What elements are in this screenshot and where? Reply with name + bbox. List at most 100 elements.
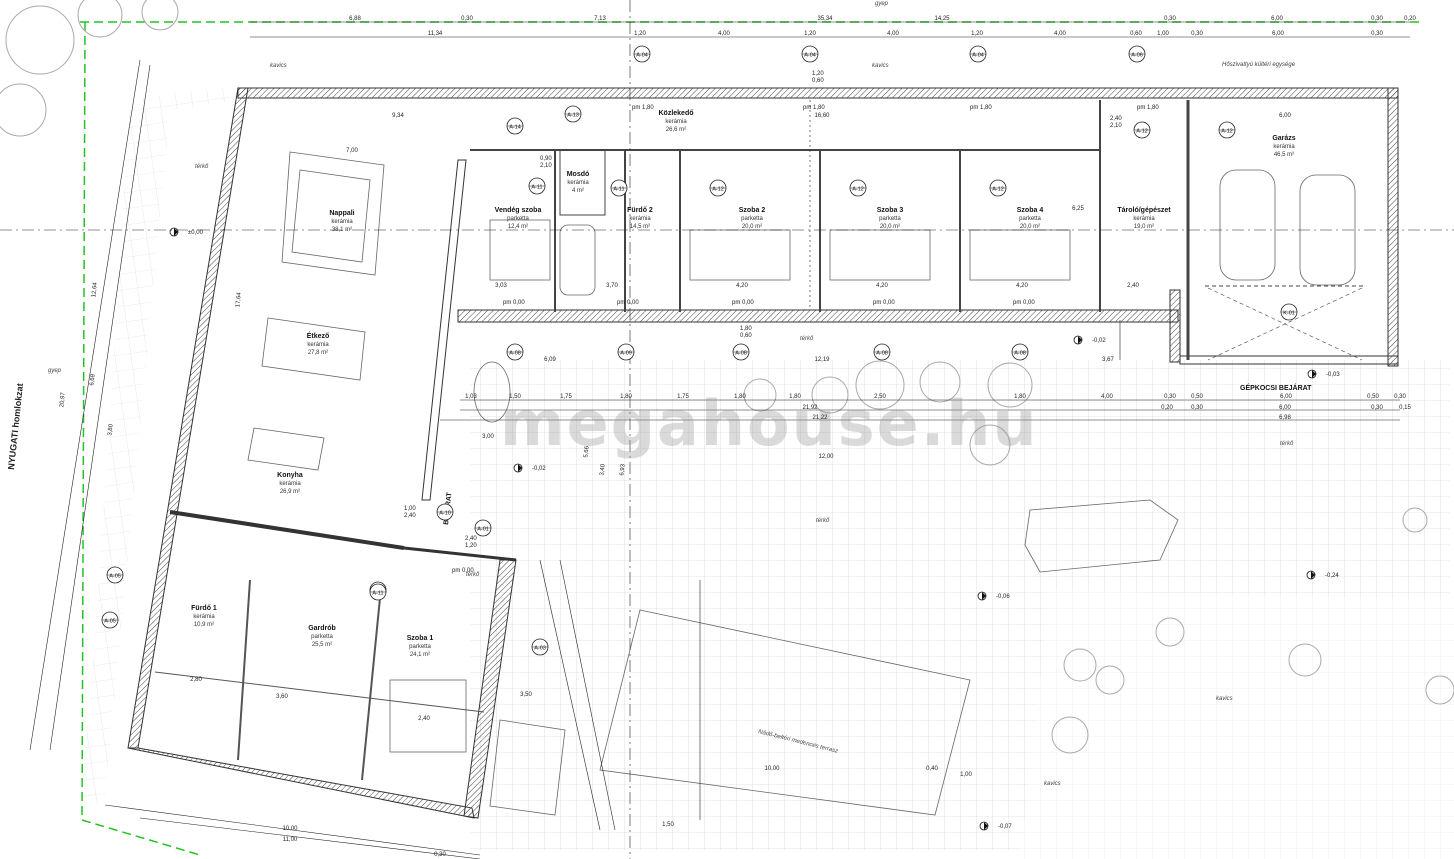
dimension-value: 6,09 [544,357,556,363]
room-name: Garázs [1272,135,1295,142]
dimension-value: 0,50 [1367,394,1379,400]
room-name: Mosdó [567,171,590,178]
window-tag-text: A-08 [735,351,747,357]
window-tag: A-05 [101,611,119,629]
room-label: Vendég szoba parketta 12,4 m² [495,207,542,230]
window-tag: A-10 [436,503,454,521]
room-floor: kerámia [331,219,353,225]
dimension-value: 1,80 [1014,394,1026,400]
level-marker: pm 1,80 [1137,105,1159,111]
level-value: pm 0,00 [1013,300,1035,306]
room-floor: parketta [1019,216,1041,222]
window-tag: A-04 [633,45,651,63]
window-size: 2,40 2,10 [1110,116,1122,129]
window-size: 1,80 0,60 [740,326,752,339]
room-label: Fürdő 1 kerámia 10,9 m² [191,605,217,628]
dimension-value: 0,30 [1191,31,1203,37]
room-name: Vendég szoba [495,207,542,214]
dimension-value: 5,66 [583,445,590,458]
dimension-value: 1,20 [804,31,816,37]
dimension-value: 7,00 [346,148,358,154]
dimension-value: 0,50 [1191,394,1203,400]
window-tag-text: A-05 [104,619,116,625]
room-name: Konyha [277,472,303,479]
dimension-value: 4,00 [1054,31,1066,37]
window-tag: A-12 [989,179,1007,197]
gravel-label-top-2: kavics [872,63,889,69]
dimension-value: 1,50 [509,394,521,400]
window-size: 1,20 0,60 [812,71,824,84]
room-label: Szoba 4 parketta 20,0 m² [1017,207,1044,230]
room-area: 12,4 m² [508,224,528,230]
room-area: 10,9 m² [194,622,214,628]
dimension-value: 14,25 [934,16,950,22]
room-floor: parketta [409,644,431,650]
room-label: Mosdó kerámia 4 m² [567,171,590,194]
dimension-value: 17,64 [235,291,243,307]
dimension-value: 0,15 [1399,405,1411,411]
room-floor: parketta [311,634,333,640]
dimension-value: 6,00 [1279,113,1291,119]
window-tag: A-03 [531,638,549,656]
level-value: pm 1,80 [803,105,825,111]
level-value: -0,07 [998,824,1012,830]
window-tag-text: A-12 [712,187,724,193]
dimension-value: 0,30 [1164,16,1176,22]
room-label: Konyha kerámia 26,9 m² [277,472,303,495]
dimension-value: 4,20 [736,283,748,289]
window-tag: A-12 [709,179,727,197]
dimension-value: 0,20 [1161,405,1173,411]
window-tag: A-12 [1133,121,1151,139]
facade-label: NYUGATI homlokzat [6,383,25,470]
dimension-value: 6,88 [349,16,361,22]
window-tag: A-06 [1128,45,1146,63]
window-tag-text: A-12 [1221,129,1233,135]
room-name: Szoba 1 [407,635,434,642]
dimension-value: 4,00 [887,31,899,37]
dimension-value: 1,00 [960,772,972,778]
dimension-value: 21,92 [802,405,818,411]
level-marker: pm 1,80 [970,105,992,111]
room-area: 19,0 m² [1134,224,1154,230]
level-value: -0,02 [1092,338,1106,344]
room-name: Étkező [307,331,330,340]
window-tag-text: A-12 [852,187,864,193]
window-tag-text: A-12 [1136,129,1148,135]
room-floor: kerámia [1273,144,1295,150]
level-marker: pm 0,00 [873,300,895,306]
level-value: pm 0,00 [732,300,754,306]
room-floor: kerámia [307,342,329,348]
window-tag: A-08 [873,343,891,361]
dimension-value: 7,13 [594,16,606,22]
dimension-value: 6,00 [1279,405,1291,411]
gravel-label-right: kavics [1216,696,1233,702]
level-marker: pm 1,80 [632,105,654,111]
window-tag-text: A-10 [439,511,451,517]
level-marker: pm 0,00 [452,568,474,574]
window-tag-text: A-01 [477,527,489,533]
level-marker: -0,02 [1073,335,1106,345]
window-tag: A-11 [369,583,387,601]
dimension-value: 0,30 [461,16,473,22]
dimension-value: 12,19 [814,357,830,363]
dimension-value: 0,30 [434,852,446,858]
room-label: Tároló/gépészet kerámia 19,0 m² [1117,207,1171,230]
terrace-label-2: térkő [800,336,814,342]
dimension-value: 6,98 [1279,415,1291,421]
dimension-value: 3,00 [482,434,494,440]
dimension-value: 6,25 [1072,206,1084,212]
room-label: Szoba 2 parketta 20,0 m² [739,207,766,230]
dimension-value: 6,69 [89,373,96,386]
dimension-value: 4,00 [718,31,730,37]
dimension-value: 0,30 [1191,405,1203,411]
dimension-value: 1,03 [465,394,477,400]
room-name: Tároló/gépészet [1117,207,1171,214]
dimension-value: 6,93 [619,463,626,476]
level-marker: pm 1,80 [803,105,825,111]
room-floor: parketta [741,216,763,222]
room-floor: kerámia [193,614,215,620]
room-name: Szoba 3 [877,207,904,214]
room-area: 27,8 m² [308,350,328,356]
window-tag-text: A-11 [531,185,542,191]
gravel-label-bottom: kavics [1044,781,1061,787]
